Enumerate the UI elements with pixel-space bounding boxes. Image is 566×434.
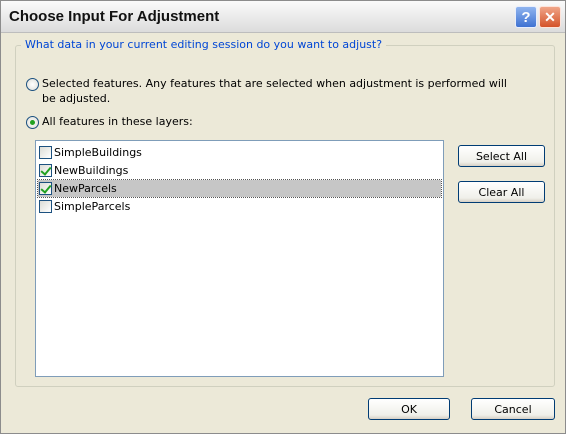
layer-name: SimpleParcels (54, 200, 131, 213)
list-item[interactable]: NewParcels (37, 179, 442, 198)
ok-button[interactable]: OK (368, 398, 450, 420)
radio-button[interactable] (26, 78, 39, 91)
radio-all-features-label: All features in these layers: (42, 115, 193, 128)
radio-all-features[interactable]: All features in these layers: (26, 114, 193, 129)
close-button[interactable]: ✕ (539, 6, 561, 28)
layer-checkbox[interactable] (39, 182, 52, 195)
radio-selected-features-label: Selected features. Any features that are… (42, 76, 507, 106)
help-button[interactable]: ? (515, 6, 537, 28)
close-icon: ✕ (544, 8, 556, 25)
select-all-button[interactable]: Select All (458, 145, 545, 167)
list-item[interactable]: NewBuildings (38, 162, 441, 179)
layer-name: NewBuildings (54, 164, 129, 177)
list-item[interactable]: SimpleParcels (38, 198, 441, 215)
radio-label-line2: be adjusted. (42, 92, 111, 105)
list-item[interactable]: SimpleBuildings (38, 144, 441, 161)
help-icon: ? (521, 8, 531, 26)
layer-checkbox[interactable] (39, 164, 52, 177)
dialog-title: Choose Input For Adjustment (9, 8, 220, 25)
cancel-button[interactable]: Cancel (471, 398, 555, 420)
dialog-window: Choose Input For Adjustment ? ✕ What dat… (0, 0, 566, 434)
layer-name: NewParcels (54, 182, 117, 195)
group-legend: What data in your current editing sessio… (21, 38, 387, 51)
layer-name: SimpleBuildings (54, 146, 142, 159)
title-bar[interactable]: Choose Input For Adjustment ? ✕ (1, 1, 565, 33)
layers-listbox[interactable]: SimpleBuildings NewBuildings NewParcels … (35, 140, 444, 377)
radio-button-checked[interactable] (26, 116, 39, 129)
radio-label-line1: Selected features. Any features that are… (42, 77, 507, 90)
layer-checkbox[interactable] (39, 200, 52, 213)
radio-selected-features[interactable]: Selected features. Any features that are… (26, 76, 507, 106)
clear-all-button[interactable]: Clear All (458, 181, 545, 203)
layer-checkbox[interactable] (39, 146, 52, 159)
